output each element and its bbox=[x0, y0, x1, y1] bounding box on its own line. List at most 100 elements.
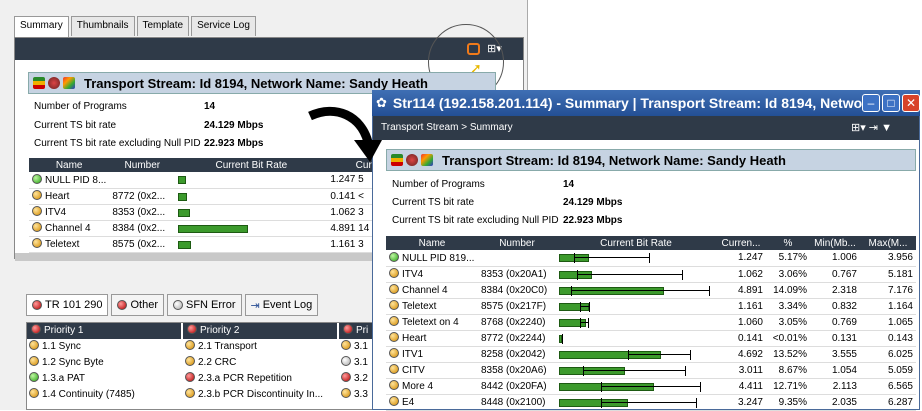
table-row[interactable]: NULL PID 819... 1.247 5.17% 1.006 3.956 bbox=[386, 250, 916, 267]
table-row[interactable]: Channel 4 8384 (0x20C0) 4.891 14.09% 2.318 7.… bbox=[386, 282, 916, 299]
range-max-tick bbox=[589, 301, 590, 312]
status-icon bbox=[389, 396, 399, 406]
table-row[interactable]: Heart 8772 (0x2... 0.141 < bbox=[29, 188, 409, 205]
col-name[interactable]: Name bbox=[386, 236, 478, 250]
tab-label: SFN Error bbox=[186, 299, 236, 311]
priority-item[interactable]: 1.1 Sync bbox=[27, 339, 181, 355]
tab-event-log[interactable]: ⇥ Event Log bbox=[244, 294, 319, 316]
table-row[interactable]: Channel 4 8384 (0x2... 4.891 14 bbox=[29, 220, 409, 237]
row-name: ITV1 bbox=[402, 349, 424, 360]
cell-name: E4 bbox=[386, 394, 478, 411]
window-titlebar[interactable]: ✿ Str114 (192.158.201.114) - Summary | T… bbox=[372, 90, 920, 116]
priority-item[interactable]: 2.3.b PCR Discontinuity In... bbox=[183, 387, 337, 403]
minimize-button[interactable]: – bbox=[862, 94, 880, 112]
col-min[interactable]: Min(Mb... bbox=[810, 236, 860, 250]
breadcrumb-bar: Transport Stream > Summary ⊞▾ ⇥ ▼ bbox=[373, 116, 919, 140]
cell-number bbox=[478, 250, 556, 267]
cell-mn: 0.767 bbox=[810, 266, 860, 283]
toolbar-icons[interactable]: ⊞▾ ⇥ ▼ bbox=[851, 116, 892, 140]
cell-cur: 4.411 bbox=[716, 378, 766, 395]
tab-sfn-error[interactable]: SFN Error bbox=[167, 294, 242, 316]
priority-item-label: 3.1 bbox=[354, 341, 368, 352]
priority-item-label: 1.2 Sync Byte bbox=[42, 357, 104, 368]
cell-cur: 3.011 bbox=[716, 362, 766, 379]
cell-number: 8258 (0x2042) bbox=[478, 346, 556, 363]
bitrate-bar bbox=[178, 192, 187, 201]
row-name: More 4 bbox=[402, 381, 434, 392]
table-row[interactable]: E4 8448 (0x2100) 3.247 9.35% 2.035 6.287 bbox=[386, 394, 916, 411]
table-row[interactable]: NULL PID 8... 1.247 5 bbox=[29, 172, 409, 189]
maximize-button[interactable]: □ bbox=[882, 94, 900, 112]
priority-item[interactable]: 1.2 Sync Byte bbox=[27, 355, 181, 371]
priority-title: Priority 2 bbox=[200, 325, 240, 336]
cell-bitrate-bar bbox=[556, 314, 716, 331]
kv-value-programs: 14 bbox=[204, 101, 216, 112]
cell-name: Teletext bbox=[386, 298, 478, 315]
table-row[interactable]: CITV 8358 (0x20A6) 3.011 8.67% 1.054 5.059 bbox=[386, 362, 916, 379]
tab-other[interactable]: Other bbox=[111, 294, 164, 316]
table-row[interactable]: Teletext 8575 (0x2... 1.161 3 bbox=[29, 236, 409, 253]
col-name[interactable]: Name bbox=[29, 158, 110, 172]
bitrate-bar bbox=[178, 176, 187, 184]
col-number[interactable]: Number bbox=[109, 158, 176, 172]
close-button[interactable]: ✕ bbox=[902, 94, 920, 112]
tab-summary[interactable]: Summary bbox=[14, 16, 69, 38]
range-min-tick bbox=[628, 349, 629, 360]
cell-bitrate-bar bbox=[556, 378, 716, 395]
col-number[interactable]: Number bbox=[478, 236, 556, 250]
cell-mn: 2.113 bbox=[810, 378, 860, 395]
priority-item[interactable]: 1.4 Continuity (7485) bbox=[27, 387, 181, 403]
row-name: E4 bbox=[402, 397, 415, 408]
cell-number: 8384 (0x2... bbox=[109, 220, 176, 237]
breadcrumb[interactable]: Transport Stream > Summary bbox=[381, 122, 513, 133]
fg-kv-value-bitrate-nonull: 22.923 Mbps bbox=[563, 215, 623, 226]
table-row[interactable]: Teletext on 4 8768 (0x2240) 1.060 3.05% 0.76… bbox=[386, 314, 916, 331]
priority-item[interactable]: 2.3.a PCR Repetition bbox=[183, 371, 337, 387]
cell-name: ITV4 bbox=[29, 204, 110, 221]
col-bitrate[interactable]: Current Bit Rate bbox=[175, 158, 328, 172]
priority-item[interactable]: 2.2 CRC bbox=[183, 355, 337, 371]
cell-number: 8353 (0x2... bbox=[109, 204, 176, 221]
fg-ts-title-box: Transport Stream: Id 8194, Network Name:… bbox=[386, 149, 916, 171]
tab-template[interactable]: Template bbox=[136, 16, 190, 36]
priority-title: Pri bbox=[356, 325, 369, 336]
table-row[interactable]: ITV4 8353 (0x20A1) 1.062 3.06% 0.767 5.181 bbox=[386, 266, 916, 283]
priority-item-label: 1.3.a PAT bbox=[42, 373, 85, 384]
priority-item-label: 2.3.a PCR Repetition bbox=[198, 373, 292, 384]
error-icon bbox=[343, 324, 353, 334]
cell-bitrate-bar bbox=[556, 346, 716, 363]
cell-mn: 2.318 bbox=[810, 282, 860, 299]
table-row[interactable]: ITV4 8353 (0x2... 1.062 3 bbox=[29, 204, 409, 221]
table-row[interactable]: More 4 8442 (0x20FA) 4.411 12.71% 2.113 6.565 bbox=[386, 378, 916, 395]
row-name: NULL PID 819... bbox=[402, 252, 475, 264]
priority-item[interactable]: 1.3.a PAT bbox=[27, 371, 181, 387]
col-max[interactable]: Max(M... bbox=[860, 236, 916, 250]
tab-thumbnails[interactable]: Thumbnails bbox=[70, 16, 135, 36]
tab-tr101290[interactable]: TR 101 290 bbox=[26, 294, 109, 316]
bitrate-bar bbox=[559, 286, 664, 295]
row-extra: 3 bbox=[358, 206, 364, 218]
bitrate-bar bbox=[559, 270, 592, 279]
kv-label-programs: Number of Programs bbox=[34, 101, 127, 112]
row-extra: 3 bbox=[358, 238, 364, 250]
globe-icon bbox=[406, 154, 418, 166]
cell-mx: 6.565 bbox=[860, 378, 916, 395]
row-name: Heart bbox=[45, 191, 70, 202]
col-current[interactable]: Curren... bbox=[716, 236, 766, 250]
cell-name: Heart bbox=[386, 330, 478, 347]
table-row[interactable]: Heart 8772 (0x2244) 0.141 <0.01% 0.131 0.143 bbox=[386, 330, 916, 347]
tab-service-log[interactable]: Service Log bbox=[191, 16, 256, 36]
cell-bitrate-bar bbox=[556, 250, 716, 267]
row-current: 1.247 bbox=[330, 174, 356, 186]
row-extra: 14 bbox=[358, 222, 370, 234]
neutral-icon bbox=[173, 300, 183, 310]
table-row[interactable]: Teletext 8575 (0x217F) 1.161 3.34% 0.832 1.16… bbox=[386, 298, 916, 315]
status-icon bbox=[389, 284, 399, 294]
priority-item-label: 2.1 Transport bbox=[198, 341, 257, 352]
table-row[interactable]: ITV1 8258 (0x2042) 4.692 13.52% 3.555 6.025 bbox=[386, 346, 916, 363]
priority-item[interactable]: 2.1 Transport bbox=[183, 339, 337, 355]
col-bitrate[interactable]: Current Bit Rate bbox=[556, 236, 716, 250]
col-percent[interactable]: % bbox=[766, 236, 810, 250]
window-title: Str114 (192.158.201.114) - Summary | Tra… bbox=[392, 95, 879, 111]
error-icon bbox=[187, 324, 197, 334]
